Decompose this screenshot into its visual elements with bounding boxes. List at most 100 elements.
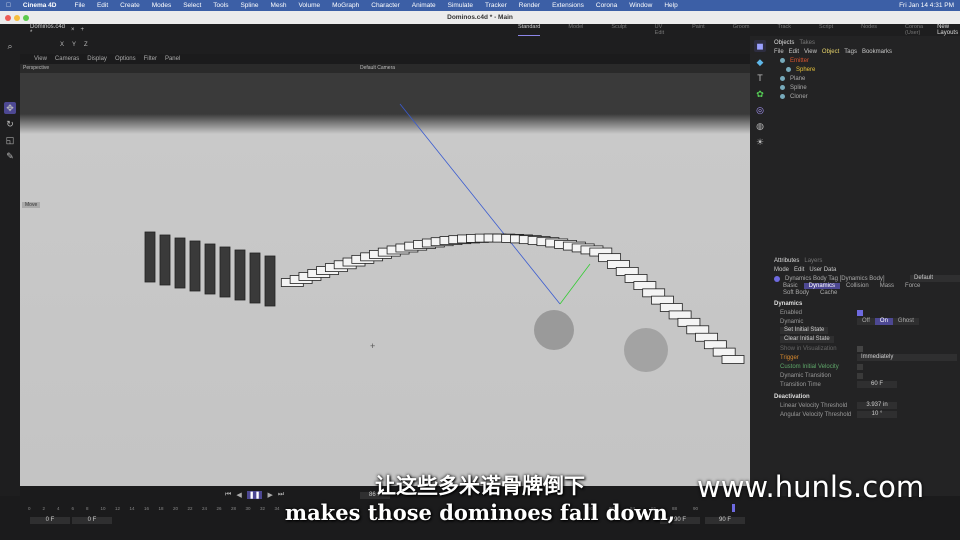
menu-create[interactable]: Create xyxy=(120,2,140,9)
close-tab-icon[interactable]: × xyxy=(71,27,75,33)
viewport-menu-filter[interactable]: Filter xyxy=(144,56,157,62)
apple-icon[interactable]:  xyxy=(6,2,11,9)
menu-edit[interactable]: Edit xyxy=(97,2,108,9)
object-row[interactable]: Emitter xyxy=(770,56,960,65)
objects-menu-bookmarks[interactable]: Bookmarks xyxy=(862,49,892,55)
coord-y[interactable]: Y xyxy=(72,42,76,48)
object-name[interactable]: Emitter xyxy=(790,58,826,64)
tab-objects[interactable]: Objects xyxy=(774,40,794,46)
menu-spline[interactable]: Spline xyxy=(240,2,258,9)
menu-file[interactable]: File xyxy=(74,2,84,9)
close-button[interactable] xyxy=(5,15,11,21)
move-tool-icon[interactable]: ✥ xyxy=(4,102,16,114)
menu-corona[interactable]: Corona xyxy=(596,2,617,9)
objects-menu-tags[interactable]: Tags xyxy=(844,49,857,55)
text-icon[interactable]: T xyxy=(754,72,766,84)
scale-tool-icon[interactable]: ◱ xyxy=(4,134,16,146)
viewport[interactable]: Perspective Default Camera Move + xyxy=(20,64,750,486)
objects-menu-view[interactable]: View xyxy=(804,49,817,55)
layout-tab[interactable]: Script xyxy=(819,24,833,36)
transition-time-field[interactable]: 60 F xyxy=(857,381,897,388)
enabled-checkbox[interactable] xyxy=(857,309,863,316)
search-icon[interactable]: ⌕ xyxy=(4,40,16,52)
custom-velocity-checkbox[interactable] xyxy=(857,363,863,370)
layout-tab[interactable]: Track xyxy=(778,24,792,36)
viewport-menu-view[interactable]: View xyxy=(34,56,47,62)
object-row[interactable]: Plane xyxy=(770,74,960,83)
dynamic-transition-checkbox[interactable] xyxy=(857,372,863,379)
layout-tab[interactable]: Paint xyxy=(692,24,705,36)
set-initial-state-button[interactable]: Set Initial State xyxy=(780,327,829,334)
object-row[interactable]: Cloner xyxy=(770,92,960,101)
layout-tab[interactable]: Groom xyxy=(733,24,750,36)
tab-takes[interactable]: Takes xyxy=(799,40,815,46)
menu-user-data[interactable]: User Data xyxy=(809,267,836,273)
add-tab-icon[interactable]: + xyxy=(81,27,85,33)
angular-threshold-field[interactable]: 10 ° xyxy=(857,411,897,418)
rotate-tool-icon[interactable]: ↻ xyxy=(4,118,16,130)
viewport-menu-display[interactable]: Display xyxy=(87,56,107,62)
menu-modes[interactable]: Modes xyxy=(152,2,172,9)
linear-threshold-field[interactable]: 3.937 in xyxy=(857,402,897,409)
viewport-menu-panel[interactable]: Panel xyxy=(165,56,180,62)
brush-icon[interactable]: ✎ xyxy=(4,150,16,162)
mograph-icon[interactable]: ✿ xyxy=(754,88,766,100)
menu-animate[interactable]: Animate xyxy=(412,2,436,9)
zoom-button[interactable] xyxy=(23,15,29,21)
menu-tools[interactable]: Tools xyxy=(213,2,228,9)
subtab-basic[interactable]: Basic xyxy=(778,283,803,289)
globe-icon[interactable]: ◍ xyxy=(754,120,766,132)
layout-tab[interactable]: Sculpt xyxy=(611,24,626,36)
layout-tab[interactable]: Nodes xyxy=(861,24,877,36)
menu-mograph[interactable]: MoGraph xyxy=(332,2,359,9)
coord-z[interactable]: Z xyxy=(84,42,88,48)
layout-tab[interactable]: UV Edit xyxy=(655,24,664,36)
subtab-collision[interactable]: Collision xyxy=(841,283,874,289)
subtab-soft-body[interactable]: Soft Body xyxy=(778,290,814,296)
menu-window[interactable]: Window xyxy=(629,2,652,9)
minimize-button[interactable] xyxy=(14,15,20,21)
objects-menu-file[interactable]: File xyxy=(774,49,784,55)
objects-menu-edit[interactable]: Edit xyxy=(789,49,799,55)
menu-help[interactable]: Help xyxy=(664,2,677,9)
object-row[interactable]: Spline xyxy=(770,83,960,92)
menu-tracker[interactable]: Tracker xyxy=(485,2,507,9)
layout-tab[interactable]: Corona (User) xyxy=(905,24,923,36)
menu-volume[interactable]: Volume xyxy=(298,2,320,9)
subtab-cache[interactable]: Cache xyxy=(815,290,842,296)
trigger-select[interactable]: Immediately xyxy=(857,354,957,361)
objects-menu-object[interactable]: Object xyxy=(822,49,839,55)
light-icon[interactable]: ☀ xyxy=(754,136,766,148)
dynamic-option-on[interactable]: On xyxy=(874,318,893,325)
coord-x[interactable]: X xyxy=(60,42,64,48)
menu-select[interactable]: Select xyxy=(183,2,201,9)
subtab-mass[interactable]: Mass xyxy=(875,283,899,289)
primitive-icon[interactable]: ◆ xyxy=(754,56,766,68)
subtab-force[interactable]: Force xyxy=(900,283,925,289)
object-name[interactable]: Plane xyxy=(790,76,826,82)
clear-initial-state-button[interactable]: Clear Initial State xyxy=(780,336,834,343)
document-tab[interactable]: Dominos.c4d * xyxy=(30,24,65,36)
menu-render[interactable]: Render xyxy=(519,2,540,9)
menu-app[interactable]: Cinema 4D xyxy=(23,2,57,9)
object-name[interactable]: Spline xyxy=(790,85,826,91)
object-row[interactable]: Sphere xyxy=(770,65,960,74)
tab-attributes[interactable]: Attributes xyxy=(774,258,799,264)
layout-tab[interactable]: Model xyxy=(568,24,583,36)
menu-mode[interactable]: Mode xyxy=(774,267,789,273)
viewport-menu-options[interactable]: Options xyxy=(115,56,136,62)
menu-mesh[interactable]: Mesh xyxy=(271,2,287,9)
menu-edit[interactable]: Edit xyxy=(794,267,804,273)
preset-select[interactable]: Default xyxy=(910,275,960,282)
show-vis-checkbox[interactable] xyxy=(857,345,863,352)
menu-extensions[interactable]: Extensions xyxy=(552,2,584,9)
deformer-icon[interactable]: ◎ xyxy=(754,104,766,116)
dynamic-option-off[interactable]: Off xyxy=(857,318,875,325)
tab-layers[interactable]: Layers xyxy=(804,258,822,264)
cube-icon[interactable]: ◼ xyxy=(754,40,766,52)
new-layouts[interactable]: New Layouts xyxy=(937,24,958,36)
dynamic-option-ghost[interactable]: Ghost xyxy=(892,318,919,325)
layout-tab[interactable]: Standard xyxy=(518,24,541,36)
object-name[interactable]: Cloner xyxy=(790,94,826,100)
object-name[interactable]: Sphere xyxy=(796,67,832,73)
